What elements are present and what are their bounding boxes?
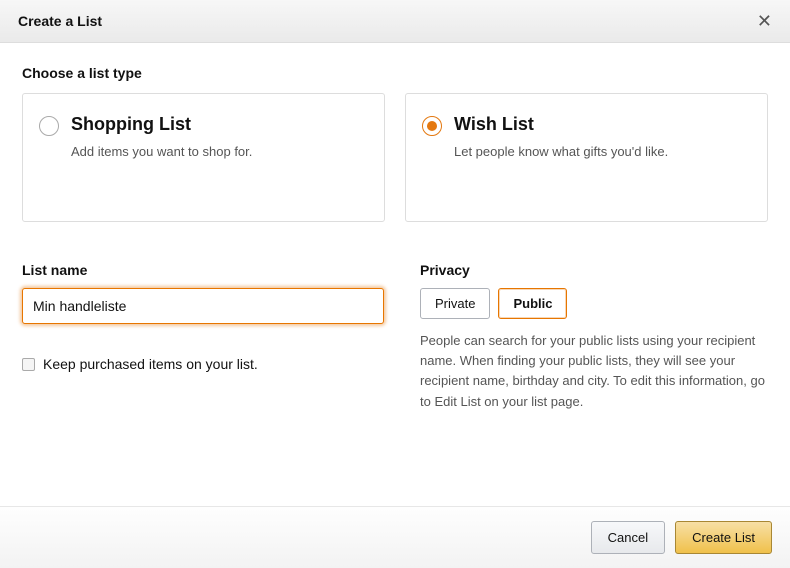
checkbox-icon	[22, 358, 35, 371]
list-type-wish[interactable]: Wish List Let people know what gifts you…	[405, 93, 768, 222]
form-row: List name Keep purchased items on your l…	[22, 262, 768, 412]
privacy-private-button[interactable]: Private	[420, 288, 490, 319]
cancel-button[interactable]: Cancel	[591, 521, 665, 554]
shopping-title: Shopping List	[71, 114, 252, 135]
list-name-column: List name Keep purchased items on your l…	[22, 262, 384, 412]
wish-desc: Let people know what gifts you'd like.	[454, 143, 668, 161]
dialog-title: Create a List	[18, 13, 102, 29]
radio-icon	[422, 116, 442, 136]
list-type-shopping[interactable]: Shopping List Add items you want to shop…	[22, 93, 385, 222]
list-type-label: Choose a list type	[22, 65, 768, 81]
privacy-public-button[interactable]: Public	[498, 288, 567, 319]
shopping-desc: Add items you want to shop for.	[71, 143, 252, 161]
dialog-header: Create a List ✕	[0, 0, 790, 43]
dialog-body: Choose a list type Shopping List Add ite…	[0, 43, 790, 412]
privacy-column: Privacy Private Public People can search…	[420, 262, 768, 412]
dialog-footer: Cancel Create List	[0, 506, 790, 568]
privacy-toggle: Private Public	[420, 288, 768, 319]
card-text: Shopping List Add items you want to shop…	[71, 114, 252, 161]
list-name-label: List name	[22, 262, 384, 278]
radio-dot-icon	[427, 121, 437, 131]
list-name-input[interactable]	[22, 288, 384, 324]
close-icon[interactable]: ✕	[757, 12, 772, 30]
create-list-button[interactable]: Create List	[675, 521, 772, 554]
privacy-label: Privacy	[420, 262, 768, 278]
keep-purchased-label: Keep purchased items on your list.	[43, 356, 258, 372]
wish-title: Wish List	[454, 114, 668, 135]
card-text: Wish List Let people know what gifts you…	[454, 114, 668, 161]
radio-icon	[39, 116, 59, 136]
privacy-help-text: People can search for your public lists …	[420, 331, 768, 412]
keep-purchased-row[interactable]: Keep purchased items on your list.	[22, 356, 384, 372]
list-type-options: Shopping List Add items you want to shop…	[22, 93, 768, 222]
